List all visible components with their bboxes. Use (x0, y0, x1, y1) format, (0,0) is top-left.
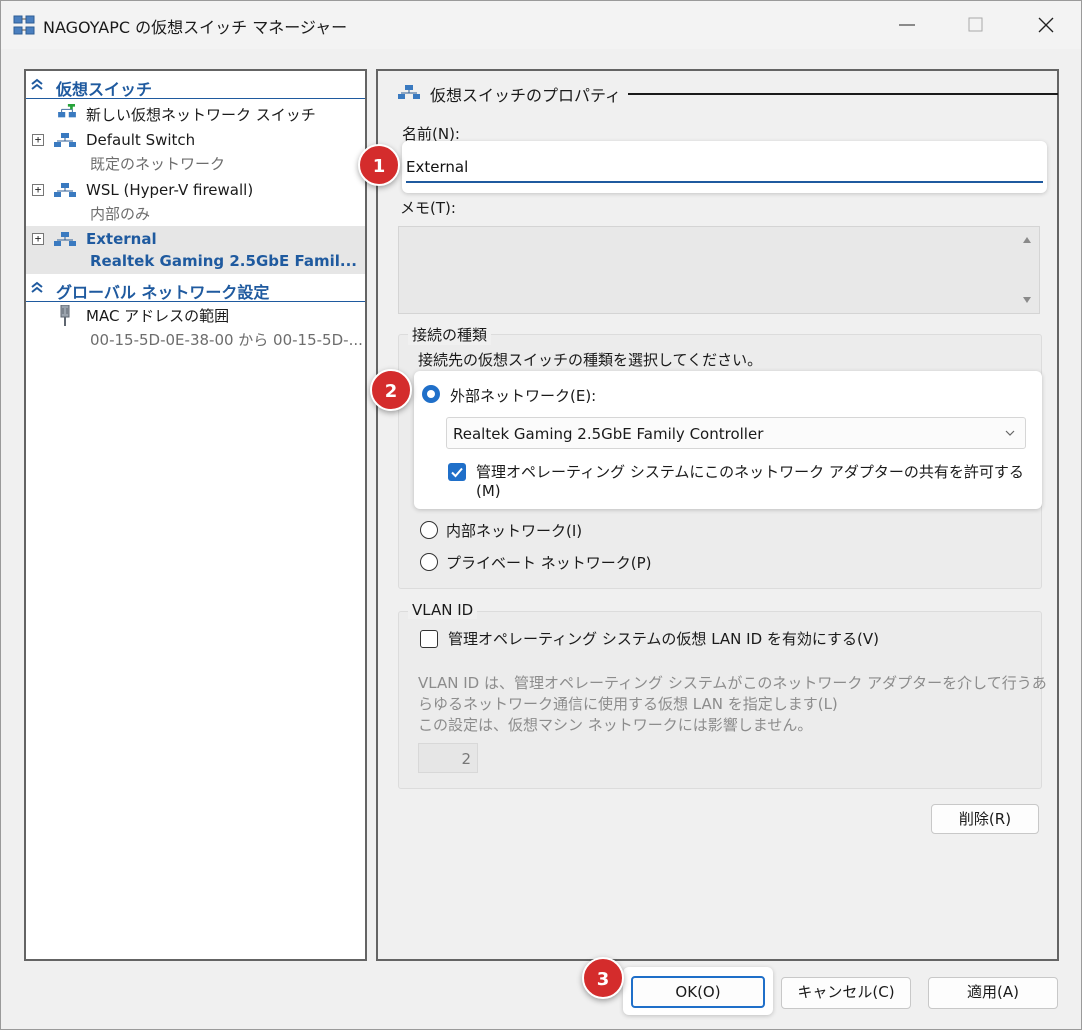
delete-button[interactable]: 削除(R) (931, 804, 1039, 834)
enable-vlan-label: 管理オペレーティング システムの仮想 LAN ID を有効にする(V) (448, 630, 879, 648)
close-icon (1038, 17, 1054, 33)
external-network-label: 外部ネットワーク(E): (450, 387, 597, 405)
new-switch-label: 新しい仮想ネットワーク スイッチ (86, 106, 316, 124)
switch-subtitle: 既定のネットワーク (90, 155, 226, 173)
apply-button[interactable]: 適用(A) (928, 977, 1058, 1009)
switch-item-default[interactable]: + Default Switch 既定のネットワーク (26, 127, 365, 175)
ok-button[interactable]: OK(O) (631, 976, 765, 1008)
network-adapter-select[interactable]: Realtek Gaming 2.5GbE Family Controller (446, 417, 1026, 449)
internal-network-radio[interactable] (420, 521, 438, 539)
step-badge-1: 1 (358, 144, 400, 186)
switch-properties-pane: 仮想スイッチのプロパティ 名前(N): メモ(T): 接続の種類 接続先の仮想ス… (376, 69, 1059, 961)
new-virtual-switch-item[interactable]: 新しい仮想ネットワーク スイッチ (26, 100, 365, 126)
connection-prompt: 接続先の仮想スイッチの種類を選択してください。 (418, 351, 763, 369)
mac-address-range-item[interactable]: MAC アドレスの範囲 00-15-5D-0E-38-00 から 00-15-5… (26, 303, 365, 351)
window-title: NAGOYAPC の仮想スイッチ マネージャー (43, 18, 348, 37)
enable-vlan-checkbox[interactable] (420, 630, 438, 648)
vlan-id-value: 2 (461, 750, 471, 768)
vlan-id-title: VLAN ID (408, 601, 478, 619)
properties-header: 仮想スイッチのプロパティ (396, 81, 1058, 105)
network-plug-icon (60, 305, 70, 326)
vlan-description-line3: この設定は、仮想マシン ネットワークには影響しません。 (418, 716, 813, 734)
name-input[interactable] (406, 153, 1043, 183)
minimize-button[interactable] (872, 1, 942, 49)
switch-title: WSL (Hyper-V firewall) (86, 181, 254, 199)
mac-title: MAC アドレスの範囲 (86, 307, 230, 325)
network-switch-icon (54, 133, 76, 147)
cancel-button[interactable]: キャンセル(C) (781, 977, 911, 1009)
ok-button-highlight: OK(O) (623, 967, 773, 1015)
connection-type-title: 接続の種類 (408, 324, 492, 345)
network-switch-icon (54, 232, 76, 246)
section-label: 仮想スイッチ (56, 80, 153, 99)
switch-tree-pane: 仮想スイッチ 新しい仮想ネットワーク スイッチ + Default Switch… (24, 69, 367, 961)
vlan-description-line2: らゆるネットワーク通信に使用する仮想 LAN を指定します(L) (418, 695, 838, 713)
network-switch-icon (54, 183, 76, 197)
collapse-chevron-icon (31, 281, 43, 293)
minimize-icon (899, 24, 915, 26)
section-virtual-switches[interactable]: 仮想スイッチ (26, 73, 365, 99)
switch-subtitle: 内部のみ (90, 205, 151, 223)
expand-plus-icon[interactable]: + (32, 184, 44, 196)
internal-network-label: 内部ネットワーク(I) (446, 522, 583, 540)
new-switch-icon (58, 104, 76, 118)
properties-title: 仮想スイッチのプロパティ (430, 86, 622, 105)
section-global-network[interactable]: グローバル ネットワーク設定 (26, 276, 365, 302)
scroll-up-arrow-icon[interactable] (1023, 237, 1031, 243)
expand-plus-icon[interactable]: + (32, 134, 44, 146)
adapter-selected-value: Realtek Gaming 2.5GbE Family Controller (453, 425, 764, 443)
title-bar: NAGOYAPC の仮想スイッチ マネージャー (1, 1, 1081, 49)
allow-share-checkbox[interactable] (448, 463, 466, 481)
allow-share-label: 管理オペレーティング システムにこのネットワーク アダプターの共有を許可する (476, 463, 1024, 481)
allow-share-label-mnemonic: (M) (476, 482, 501, 500)
maximize-icon (968, 17, 983, 32)
chevron-down-icon (1005, 430, 1015, 436)
header-divider (628, 93, 1058, 95)
private-network-radio[interactable] (420, 553, 438, 571)
network-switch-icon (398, 85, 420, 99)
step-badge-2: 2 (370, 369, 412, 411)
switch-item-wsl[interactable]: + WSL (Hyper-V firewall) 内部のみ (26, 177, 365, 225)
vlan-id-input[interactable]: 2 (418, 743, 478, 773)
checkmark-icon (451, 467, 463, 478)
private-network-label: プライベート ネットワーク(P) (446, 554, 652, 572)
expand-plus-icon[interactable]: + (32, 233, 44, 245)
switch-item-external[interactable]: + External Realtek Gaming 2.5GbE Famil..… (26, 226, 365, 274)
memo-textarea[interactable] (398, 226, 1040, 314)
switch-manager-window: NAGOYAPC の仮想スイッチ マネージャー 仮想スイッチ 新しい仮想ネットワ… (0, 0, 1082, 1030)
switch-subtitle: Realtek Gaming 2.5GbE Famil... (90, 252, 357, 270)
external-network-radio[interactable] (422, 385, 440, 403)
vlan-description-line1: VLAN ID は、管理オペレーティング システムがこのネットワーク アダプター… (418, 674, 1047, 692)
collapse-chevron-icon (31, 78, 43, 90)
step-badge-3: 3 (582, 957, 624, 999)
switch-title: Default Switch (86, 131, 196, 149)
maximize-button[interactable] (941, 1, 1011, 49)
external-network-highlight: 外部ネットワーク(E): Realtek Gaming 2.5GbE Famil… (414, 371, 1042, 509)
close-button[interactable] (1011, 1, 1081, 49)
memo-label: メモ(T): (400, 199, 456, 217)
name-field-highlight (402, 141, 1047, 193)
switch-manager-app-icon (13, 15, 35, 35)
section-label: グローバル ネットワーク設定 (56, 283, 270, 302)
mac-subtitle: 00-15-5D-0E-38-00 から 00-15-5D-... (90, 331, 363, 349)
switch-title: External (86, 230, 157, 248)
scroll-down-arrow-icon[interactable] (1023, 297, 1031, 303)
